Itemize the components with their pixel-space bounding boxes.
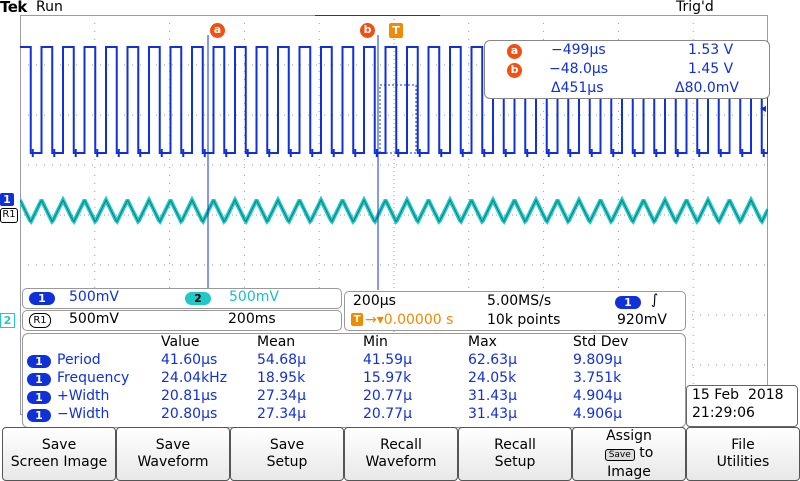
status-bar: Tek Run Trig'd — [0, 0, 800, 16]
col-header-mean: Mean — [257, 334, 296, 350]
record-length: 10k points — [487, 312, 561, 328]
measurement-min: 15.97k — [363, 370, 412, 386]
trigger-position: →▾0.00000 s — [365, 312, 454, 328]
cursor-b-icon: b — [507, 63, 522, 78]
ch1-badge: 1 — [29, 292, 55, 305]
channel-scale-panel[interactable]: 1 500mV 2 500mV — [22, 288, 342, 309]
trigger-level-icon: ◂ — [760, 101, 767, 115]
recall-waveform-button[interactable]: Recall Waveform — [344, 427, 458, 481]
measurement-value: 24.04kHz — [161, 370, 228, 386]
cursor-a-volt: 1.53 V — [688, 42, 734, 58]
cursor-b-marker[interactable]: b — [360, 23, 375, 38]
save-screen-image-button[interactable]: Save Screen Image — [2, 427, 116, 481]
trigger-source-badge: 1 — [615, 296, 641, 309]
measurement-name: +Width — [57, 388, 110, 404]
measurement-value: 20.80µs — [161, 406, 218, 422]
measurement-name: −Width — [57, 406, 110, 422]
run-state: Run — [36, 0, 63, 15]
sample-rate: 5.00MS/s — [487, 293, 552, 309]
measurement-max: 62.63µ — [468, 352, 517, 368]
col-header-min: Min — [363, 334, 388, 350]
measurement-std: 3.751k — [573, 370, 622, 386]
cursor-delta-volt: Δ80.0mV — [675, 80, 739, 96]
trigger-slope-icon: ∫ — [651, 292, 659, 308]
measurement-value: 41.60µs — [161, 352, 218, 368]
measurement-mean: 54.68µ — [257, 352, 306, 368]
cursor-a-icon: a — [507, 44, 522, 59]
ch2-scale: 500mV — [229, 289, 279, 305]
ch1-ground-marker[interactable]: 1 — [0, 193, 14, 206]
reference-scale-panel[interactable]: R1 500mV 200ms — [22, 310, 342, 331]
ch2-badge: 2 — [185, 292, 211, 305]
ref1-marker[interactable]: R1 — [0, 208, 18, 223]
trigger-level: 920mV — [617, 312, 667, 328]
measurement-source-badge: 1 — [27, 355, 51, 368]
brand-logo: Tek — [0, 0, 27, 16]
measurement-source-badge: 1 — [27, 373, 51, 386]
measurement-source-badge: 1 — [27, 409, 51, 422]
measurement-mean: 27.34µ — [257, 406, 306, 422]
recall-setup-button[interactable]: Recall Setup — [458, 427, 572, 481]
ref1-scale: 500mV — [69, 311, 119, 327]
cursor-b-volt: 1.45 V — [688, 61, 734, 77]
measurement-std: 9.809µ — [573, 352, 622, 368]
measurement-mean: 18.95k — [257, 370, 306, 386]
assign-save-button[interactable]: Assign Save to Image — [572, 427, 686, 481]
col-header-std-dev: Std Dev — [573, 334, 629, 350]
file-utilities-button[interactable]: File Utilities — [686, 427, 800, 481]
measurement-value: 20.81µs — [161, 388, 218, 404]
cursor-a-marker[interactable]: a — [210, 23, 225, 38]
cursor-b-time: −48.0µs — [549, 61, 609, 77]
measurement-std: 4.906µ — [573, 406, 622, 422]
measurement-min: 41.59µ — [363, 352, 412, 368]
measurement-name: Frequency — [57, 370, 130, 386]
ch1-scale: 500mV — [69, 289, 119, 305]
col-header-max: Max — [468, 334, 497, 350]
trigger-status: Trig'd — [676, 0, 714, 15]
save-setup-button[interactable]: Save Setup — [230, 427, 344, 481]
ref1-badge: R1 — [29, 313, 51, 328]
save-waveform-button[interactable]: Save Waveform — [116, 427, 230, 481]
measurement-max: 31.43µ — [468, 388, 517, 404]
measurement-mean: 27.34µ — [257, 388, 306, 404]
measurement-std: 4.904µ — [573, 388, 622, 404]
ref1-time-scale: 200ms — [228, 311, 276, 327]
measurement-min: 20.77µ — [363, 388, 412, 404]
cursor-a-time: −499µs — [551, 42, 606, 58]
cursor-readout-panel: a −499µs 1.53 V b −48.0µs 1.45 V Δ451µs … — [484, 40, 770, 99]
timebase-panel[interactable]: 200µs 5.00MS/s 1 ∫ T →▾0.00000 s 10k poi… — [344, 291, 686, 331]
col-header-value: Value — [161, 334, 200, 350]
trigger-position-marker[interactable]: T — [389, 23, 403, 38]
measurement-name: Period — [57, 352, 101, 368]
time: 21:29:06 — [692, 405, 755, 421]
save-key-icon: Save — [604, 448, 635, 461]
measurement-min: 20.77µ — [363, 406, 412, 422]
trigger-position-icon: T — [351, 313, 363, 326]
ch2-ground-marker[interactable]: 2 — [0, 313, 15, 328]
measurement-max: 24.05k — [468, 370, 517, 386]
cursor-delta-time: Δ451µs — [551, 80, 604, 96]
measurement-table: Value Mean Min Max Std Dev 1 Period 41.60µ… — [22, 333, 686, 428]
date: 15 Feb 2018 — [692, 387, 784, 403]
measurement-max: 31.43µ — [468, 406, 517, 422]
time-per-div: 200µs — [353, 293, 396, 309]
measurement-source-badge: 1 — [27, 391, 51, 404]
date-time-display: 15 Feb 2018 21:29:06 — [686, 385, 798, 427]
